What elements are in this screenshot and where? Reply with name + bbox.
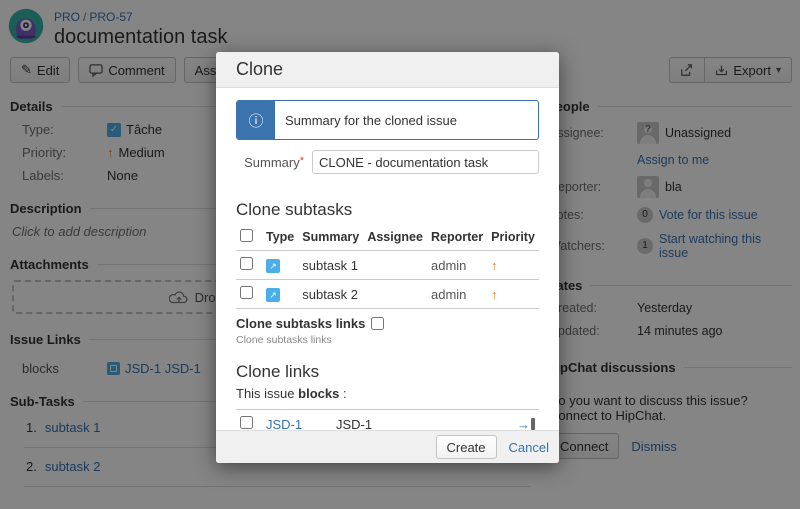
subtask-clone-row: ↗ subtask 2 admin ↑: [236, 279, 539, 309]
select-all-subtasks-checkbox[interactable]: [240, 229, 253, 242]
subtask-assignee: [363, 250, 427, 280]
clone-subtasks-links-checkbox[interactable]: [371, 317, 385, 330]
info-message-text: Summary for the cloned issue: [285, 112, 457, 128]
subtask-checkbox[interactable]: [240, 257, 253, 270]
subtask-summary: subtask 1: [298, 250, 364, 280]
cancel-link[interactable]: Cancel: [509, 440, 549, 455]
summary-label: Summary*: [236, 155, 312, 170]
priority-up-icon: ↑: [491, 257, 498, 273]
col-reporter: Reporter: [426, 224, 488, 251]
col-summary: Summary: [298, 224, 364, 251]
dialog-title: Clone: [216, 52, 559, 88]
linked-issue-summary: JSD-1: [336, 416, 373, 431]
link-direction-icon: →: [517, 416, 535, 431]
clone-links-heading: Clone links: [236, 362, 320, 381]
link-arrow-icon: →: [517, 416, 530, 431]
subtask-assignee: [363, 279, 427, 309]
create-button-label: Create: [446, 439, 486, 455]
col-priority: Priority: [487, 224, 539, 251]
clone-dialog: Clone ⓘ Summary for the cloned issue Sum…: [216, 52, 559, 463]
clone-link-checkbox[interactable]: [240, 416, 253, 429]
subtask-checkbox[interactable]: [240, 286, 253, 299]
info-message: ⓘ Summary for the cloned issue: [236, 100, 539, 140]
clone-subtasks-links-description: Clone subtasks links: [236, 334, 332, 346]
clone-links-intro: This issue blocks :: [236, 386, 539, 401]
subtask-type-icon: ↗: [266, 259, 280, 273]
clone-subtasks-links-label: Clone subtasks links: [236, 316, 366, 331]
intro-relation: blocks: [298, 386, 340, 401]
clone-subtasks-table: Type Summary Assignee Reporter Priority …: [236, 224, 539, 309]
priority-up-icon: ↑: [491, 286, 498, 302]
summary-label-text: Summary: [244, 154, 300, 170]
summary-input[interactable]: [312, 150, 539, 174]
subtask-clone-row: ↗ subtask 1 admin ↑: [236, 250, 539, 280]
create-button[interactable]: Create: [435, 435, 497, 459]
clone-links-table: JSD-1 JSD-1 →: [236, 409, 539, 430]
intro-suffix: :: [342, 386, 347, 401]
clone-link-row: JSD-1 JSD-1 →: [236, 409, 539, 431]
clone-subtasks-heading: Clone subtasks: [236, 200, 353, 219]
intro-prefix: This issue: [236, 386, 295, 401]
required-indicator: *: [299, 154, 304, 167]
subtask-summary: subtask 2: [298, 279, 364, 309]
linked-issue-key-link[interactable]: JSD-1: [266, 417, 302, 431]
col-type: Type: [262, 224, 299, 251]
subtask-reporter: admin: [426, 250, 488, 280]
col-assignee: Assignee: [363, 224, 427, 251]
dialog-footer: Create Cancel: [216, 430, 559, 463]
info-icon: ⓘ: [248, 112, 264, 130]
subtask-type-icon: ↗: [266, 288, 280, 302]
subtask-reporter: admin: [426, 279, 488, 309]
